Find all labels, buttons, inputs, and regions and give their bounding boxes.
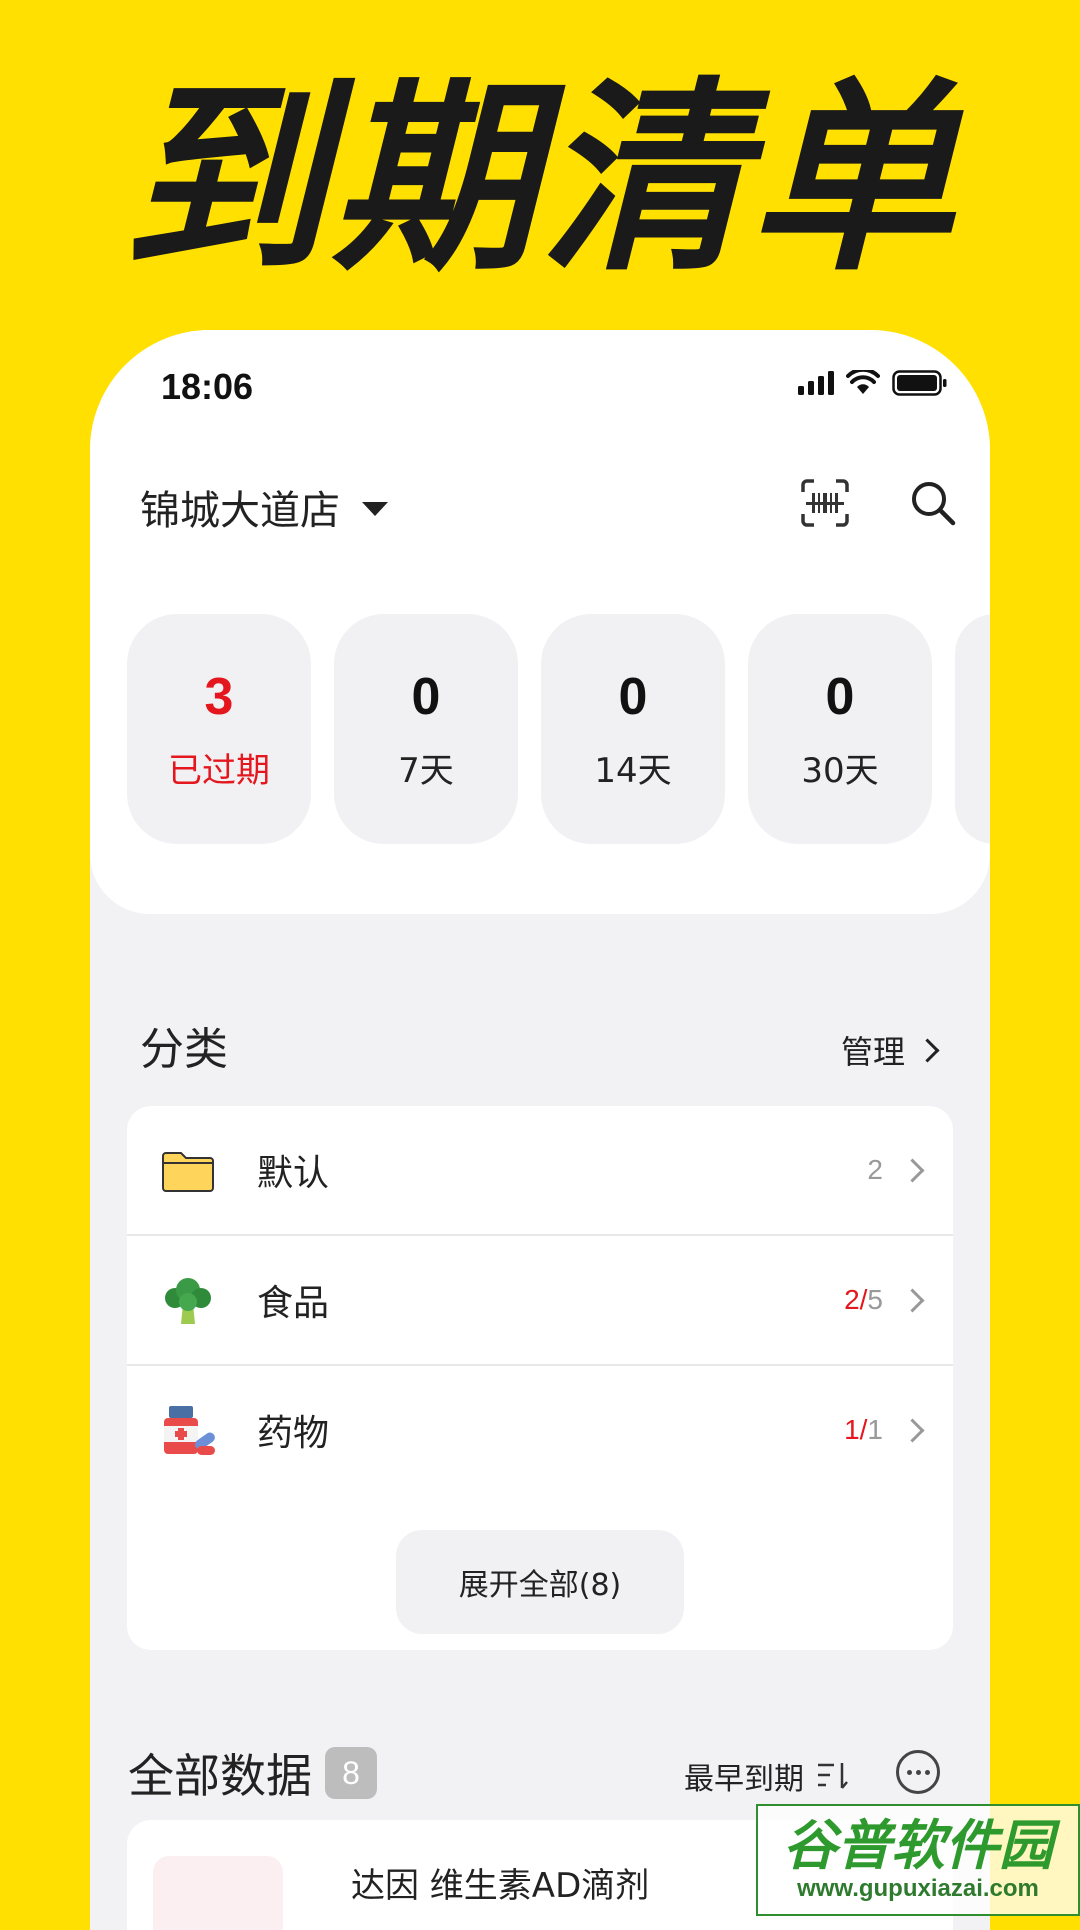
expiry-stats: 3 已过期 0 7天 0 14天 0 30天 xyxy=(127,614,990,844)
header-card: 18:06 锦城大道店 3 已过期 0 7天 0 14天 0 30天 xyxy=(90,330,990,914)
manage-button[interactable]: 管理 xyxy=(840,1027,940,1073)
all-data-header: 全部数据 8 最早到期 xyxy=(128,1738,958,1808)
stat-14-days[interactable]: 0 14天 xyxy=(541,614,725,844)
stat-count: 0 xyxy=(618,667,648,726)
watermark-line1: 谷普软件园 xyxy=(783,1814,1053,1877)
category-count: 2 xyxy=(867,1154,883,1186)
chevron-right-icon xyxy=(900,1417,925,1443)
category-title: 分类 xyxy=(140,1024,228,1075)
stat-next-partial[interactable] xyxy=(955,614,990,844)
total-count: 5 xyxy=(867,1284,883,1315)
search-icon[interactable] xyxy=(908,478,958,528)
watermark-line2: www.gupuxiazai.com xyxy=(797,1875,1039,1902)
expired-count: 2/ xyxy=(844,1284,868,1315)
sort-label: 最早到期 xyxy=(684,1762,804,1797)
expand-all-button[interactable]: 展开全部(8) xyxy=(396,1530,684,1634)
stat-label: 14天 xyxy=(594,750,672,791)
category-row-default[interactable]: 默认 2 xyxy=(127,1106,953,1234)
banner-title: 到期清单 xyxy=(122,61,958,299)
signal-icon xyxy=(798,371,834,395)
chevron-right-icon xyxy=(900,1157,925,1183)
item-thumbnail xyxy=(153,1856,283,1930)
status-icons xyxy=(798,370,948,396)
chevron-right-icon xyxy=(915,1037,940,1063)
broccoli-icon xyxy=(165,1278,211,1324)
sort-button[interactable]: 最早到期 xyxy=(684,1754,850,1798)
category-name: 默认 xyxy=(257,1153,330,1194)
stat-count: 0 xyxy=(411,667,441,726)
all-data-title: 全部数据 xyxy=(128,1749,312,1803)
category-list: 默认 2 食品 2/5 药物 1/1 展开全部(8) xyxy=(127,1106,953,1650)
count-badge: 8 xyxy=(325,1747,377,1799)
barcode-scan-icon[interactable] xyxy=(800,478,850,528)
chevron-right-icon xyxy=(900,1287,925,1313)
stat-count: 0 xyxy=(825,667,855,726)
total-count: 2 xyxy=(867,1154,883,1185)
category-name: 药物 xyxy=(257,1413,330,1454)
category-header: 分类 管理 xyxy=(140,1013,940,1083)
category-row-medicine[interactable]: 药物 1/1 xyxy=(127,1366,953,1494)
category-row-food[interactable]: 食品 2/5 xyxy=(127,1236,953,1364)
stat-7-days[interactable]: 0 7天 xyxy=(334,614,518,844)
store-name: 锦城大道店 xyxy=(140,488,340,534)
stat-label: 7天 xyxy=(398,750,454,791)
stat-count: 3 xyxy=(204,667,234,726)
item-name: 达因 维生素AD滴剂 xyxy=(351,1866,650,1906)
more-options-icon[interactable] xyxy=(896,1750,940,1794)
store-selector[interactable]: 锦城大道店 xyxy=(140,478,388,536)
watermark-logo: 谷普软件园 www.gupuxiazai.com xyxy=(756,1804,1080,1916)
wifi-icon xyxy=(846,370,880,394)
stat-30-days[interactable]: 0 30天 xyxy=(748,614,932,844)
battery-icon xyxy=(892,370,947,396)
total-count: 1 xyxy=(867,1414,883,1445)
caret-down-icon xyxy=(362,502,388,516)
manage-label: 管理 xyxy=(840,1033,905,1071)
medicine-icon xyxy=(164,1406,215,1455)
category-count: 1/1 xyxy=(844,1414,883,1446)
sort-icon xyxy=(818,1763,848,1789)
stat-label: 已过期 xyxy=(168,750,270,791)
expired-count: 1/ xyxy=(844,1414,868,1445)
status-time: 18:06 xyxy=(161,366,254,407)
stat-expired[interactable]: 3 已过期 xyxy=(127,614,311,844)
stat-label: 30天 xyxy=(801,750,879,791)
category-count: 2/5 xyxy=(844,1284,883,1316)
folder-icon xyxy=(162,1152,214,1192)
phone-screen: 18:06 锦城大道店 3 已过期 0 7天 0 14天 0 30天 分类 管理… xyxy=(90,330,990,1930)
category-name: 食品 xyxy=(257,1283,330,1324)
